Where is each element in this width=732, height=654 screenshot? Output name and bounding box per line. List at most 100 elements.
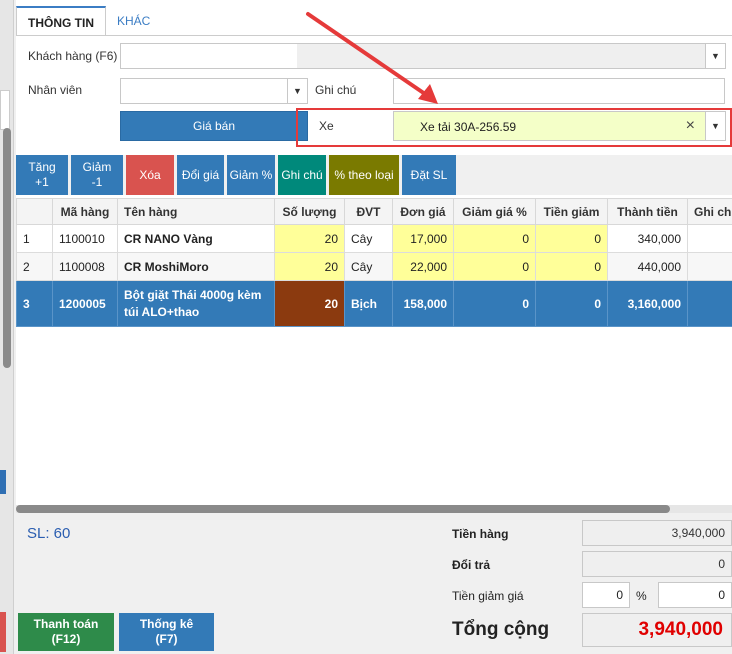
item-code: 1100008 [52, 252, 118, 281]
tab-khac[interactable]: KHÁC [106, 6, 161, 36]
table-row[interactable]: 2 1100008 CR MoshiMoro 20 Cây 22,000 0 0… [16, 252, 732, 281]
order-items-grid: Mã hàng Tên hàng Số lượng ĐVT Đơn giá Gi… [16, 198, 732, 510]
row-index: 2 [16, 252, 53, 281]
chevron-down-icon[interactable]: ▼ [287, 79, 307, 103]
total-quantity: SL: 60 [27, 525, 71, 542]
item-line-total: 440,000 [607, 252, 688, 281]
discount-amount-input[interactable]: 0 [658, 582, 732, 608]
percent-by-type-button[interactable]: % theo loại [329, 155, 399, 195]
col-quantity[interactable]: Số lượng [274, 198, 345, 225]
item-line-total: 340,000 [607, 224, 688, 253]
item-quantity[interactable]: 20 [274, 224, 345, 253]
tab-thong-tin[interactable]: THÔNG TIN [16, 6, 106, 36]
pay-shortcut: (F12) [51, 632, 81, 646]
decrease-amount: -1 [91, 175, 103, 189]
item-note[interactable] [687, 280, 732, 327]
increase-button[interactable]: Tăng +1 [16, 155, 68, 195]
item-line-total: 3,160,000 [607, 280, 688, 327]
row-index: 3 [16, 280, 53, 327]
left-panel-field [0, 90, 10, 130]
col-discount-percent[interactable]: Giảm giá % [453, 198, 536, 225]
action-toolbar: Tăng +1 Giảm -1 Xóa Đổi giá Giảm % Ghi chú… [16, 155, 732, 195]
item-unit: Bịch [344, 280, 393, 327]
price-button[interactable]: Giá bán [120, 111, 308, 141]
item-discount-amount[interactable]: 0 [535, 252, 608, 281]
increase-label: Tăng [28, 160, 56, 174]
app-window: THÔNG TIN KHÁC Khách hàng (F6) ▼ Nhân vi… [0, 0, 732, 654]
customer-select-fill [297, 44, 705, 68]
row-index: 1 [16, 224, 53, 253]
left-panel-edge [0, 0, 14, 654]
chevron-down-icon[interactable]: ▼ [705, 44, 725, 68]
item-discount-amount[interactable]: 0 [535, 224, 608, 253]
order-panel: THÔNG TIN KHÁC Khách hàng (F6) ▼ Nhân vi… [16, 0, 732, 654]
col-unit[interactable]: ĐVT [344, 198, 393, 225]
note-input[interactable] [393, 78, 725, 104]
left-panel-button-red[interactable] [0, 612, 6, 652]
note-button[interactable]: Ghi chú [278, 155, 326, 195]
col-name[interactable]: Tên hàng [117, 198, 275, 225]
table-row-selected[interactable]: 3 1200005 Bột giặt Thái 4000g kèm túi AL… [16, 280, 732, 327]
col-code[interactable]: Mã hàng [52, 198, 118, 225]
customer-select[interactable]: ▼ [120, 43, 726, 69]
return-label: Đổi trả [452, 558, 491, 572]
summary-footer: SL: 60 Tiền hàng 3,940,000 Đổi trả 0 Tiề… [16, 513, 732, 654]
staff-label: Nhân viên [28, 83, 83, 97]
item-unit-price[interactable]: 158,000 [392, 280, 454, 327]
item-unit: Cây [344, 224, 393, 253]
statistics-shortcut: (F7) [155, 632, 178, 646]
percent-sign: % [636, 589, 647, 603]
item-code: 1100010 [52, 224, 118, 253]
pay-label: Thanh toán [33, 617, 99, 631]
statistics-label: Thống kê [139, 617, 194, 631]
item-discount-percent[interactable]: 0 [453, 224, 536, 253]
change-price-button[interactable]: Đổi giá [177, 155, 224, 195]
item-note[interactable] [687, 224, 732, 253]
tab-bar: THÔNG TIN KHÁC [16, 6, 161, 36]
left-scrollbar-thumb[interactable] [3, 128, 11, 368]
grand-total-label: Tổng cộng [452, 619, 550, 640]
item-unit-price[interactable]: 22,000 [392, 252, 454, 281]
staff-select[interactable]: ▼ [120, 78, 308, 104]
statistics-button[interactable]: Thống kê (F7) [119, 613, 214, 651]
col-unit-price[interactable]: Đơn giá [392, 198, 454, 225]
decrease-label: Giảm [82, 160, 112, 174]
col-discount-amount[interactable]: Tiền giảm [535, 198, 608, 225]
col-note[interactable]: Ghi chú [687, 198, 732, 225]
grid-scrollbar-thumb[interactable] [16, 505, 670, 513]
return-value: 0 [582, 551, 732, 577]
item-note[interactable] [687, 252, 732, 281]
decrease-button[interactable]: Giảm -1 [71, 155, 123, 195]
grid-horizontal-scrollbar[interactable] [16, 505, 732, 513]
col-index [16, 198, 53, 225]
delete-button[interactable]: Xóa [126, 155, 174, 195]
increase-amount: +1 [35, 175, 49, 189]
item-name: CR MoshiMoro [117, 252, 275, 281]
table-row[interactable]: 1 1100010 CR NANO Vàng 20 Cây 17,000 0 0… [16, 224, 732, 253]
set-quantity-button[interactable]: Đặt SL [402, 155, 456, 195]
order-items-table: Mã hàng Tên hàng Số lượng ĐVT Đơn giá Gi… [16, 198, 732, 327]
item-quantity[interactable]: 20 [274, 252, 345, 281]
item-discount-amount[interactable]: 0 [535, 280, 608, 327]
discount-percent-button[interactable]: Giảm % [227, 155, 275, 195]
customer-label: Khách hàng (F6) [28, 49, 118, 63]
item-discount-percent[interactable]: 0 [453, 252, 536, 281]
item-quantity[interactable]: 20 [274, 280, 345, 327]
item-discount-percent[interactable]: 0 [453, 280, 536, 327]
discount-percent-input[interactable]: 0 [582, 582, 630, 608]
left-panel-button[interactable] [0, 470, 6, 494]
note-label: Ghi chú [315, 83, 357, 97]
grand-total-value: 3,940,000 [582, 613, 732, 647]
item-name: CR NANO Vàng [117, 224, 275, 253]
annotation-highlight-box [296, 108, 732, 147]
col-line-total[interactable]: Thành tiền [607, 198, 688, 225]
table-header-row: Mã hàng Tên hàng Số lượng ĐVT Đơn giá Gi… [16, 198, 732, 225]
goods-total-value: 3,940,000 [582, 520, 732, 546]
pay-button[interactable]: Thanh toán (F12) [18, 613, 114, 651]
item-unit-price[interactable]: 17,000 [392, 224, 454, 253]
item-code: 1200005 [52, 280, 118, 327]
goods-total-label: Tiền hàng [452, 527, 509, 541]
discount-label: Tiền giảm giá [452, 589, 524, 603]
item-unit: Cây [344, 252, 393, 281]
item-name: Bột giặt Thái 4000g kèm túi ALO+thao [117, 280, 275, 327]
